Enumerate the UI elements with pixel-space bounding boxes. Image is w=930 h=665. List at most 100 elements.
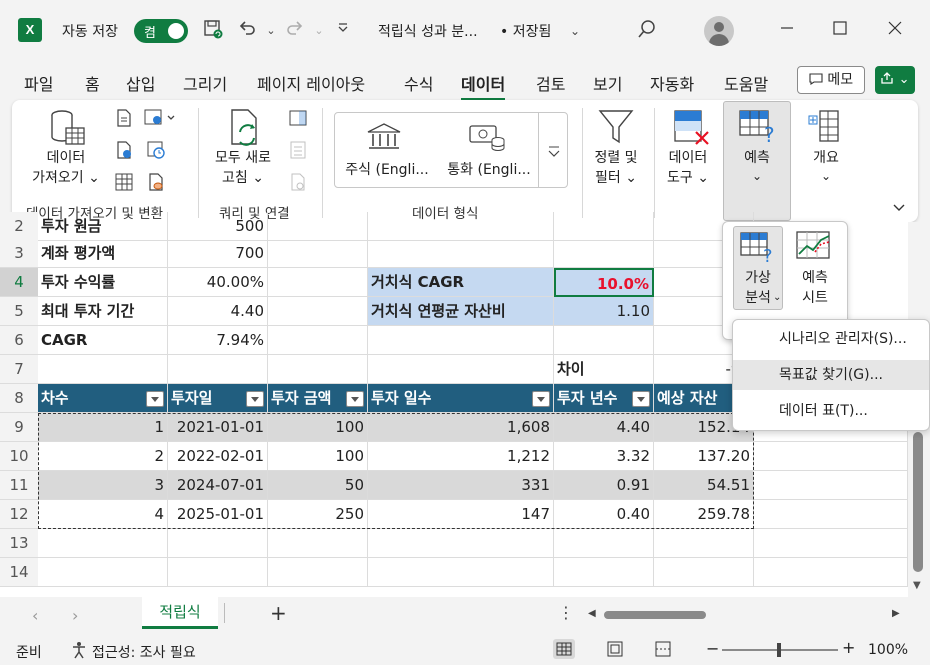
data-table-item[interactable]: 데이터 표(T)... bbox=[733, 396, 929, 426]
cell-e7[interactable]: 차이 bbox=[554, 355, 654, 384]
row-header[interactable]: 5 bbox=[0, 297, 38, 326]
cell-c5[interactable] bbox=[268, 297, 368, 326]
scroll-left-icon[interactable]: ◀ bbox=[588, 608, 596, 619]
data-types-more-button[interactable] bbox=[538, 113, 568, 187]
cell-empty[interactable] bbox=[368, 529, 554, 558]
cell-e2[interactable] bbox=[554, 212, 654, 241]
cell-c6[interactable] bbox=[268, 326, 368, 355]
table-cell[interactable]: 1 bbox=[38, 413, 168, 442]
cell-d6[interactable] bbox=[368, 326, 554, 355]
search-icon[interactable] bbox=[634, 18, 660, 44]
cell-c7[interactable] bbox=[268, 355, 368, 384]
scrollbar-thumb[interactable] bbox=[913, 432, 923, 572]
redo-icon[interactable] bbox=[282, 18, 308, 44]
autosave-toggle[interactable]: 켬 bbox=[134, 19, 188, 43]
page-layout-view-icon[interactable] bbox=[604, 639, 626, 663]
tab-page-layout[interactable]: 페이지 레이아웃 bbox=[257, 71, 365, 95]
row-header[interactable]: 7 bbox=[0, 355, 38, 384]
outline-label[interactable]: 개요 bbox=[796, 148, 856, 168]
from-web-icon[interactable] bbox=[114, 140, 134, 160]
file-name[interactable]: 적립식 성과 분... bbox=[378, 21, 478, 41]
row-header[interactable]: 14 bbox=[0, 558, 38, 587]
table-cell[interactable]: 259.78 bbox=[654, 500, 754, 529]
filter-dropdown-icon[interactable] bbox=[146, 391, 164, 407]
share-button[interactable]: ⌄ bbox=[875, 66, 915, 94]
save-icon[interactable] bbox=[200, 18, 226, 44]
cell-b3[interactable]: 700 bbox=[168, 239, 268, 268]
table-cell[interactable]: 250 bbox=[268, 500, 368, 529]
cell-empty[interactable] bbox=[168, 529, 268, 558]
cell-c2[interactable] bbox=[268, 212, 368, 241]
existing-connections-icon[interactable] bbox=[146, 172, 166, 192]
stocks-button[interactable]: 주식 (Engli... bbox=[340, 160, 434, 180]
table-header-days[interactable]: 투자 일수 bbox=[368, 384, 554, 413]
tab-formulas[interactable]: 수식 bbox=[404, 71, 433, 95]
goal-seek-item[interactable]: 목표값 찾기(G)... bbox=[733, 360, 929, 390]
cell-b7[interactable] bbox=[168, 355, 268, 384]
table-header-date[interactable]: 투자일 bbox=[168, 384, 268, 413]
table-cell[interactable]: 1,608 bbox=[368, 413, 554, 442]
table-cell[interactable]: 2024-07-01 bbox=[168, 471, 268, 500]
cell-e4-selected[interactable]: 10.0% bbox=[554, 268, 654, 297]
tab-data[interactable]: 데이터 bbox=[461, 71, 506, 101]
cell-b6[interactable]: 7.94% bbox=[168, 326, 268, 355]
cell-a7[interactable] bbox=[38, 355, 168, 384]
scroll-right-icon[interactable]: ▶ bbox=[892, 608, 900, 619]
cell-a6[interactable]: CAGR bbox=[38, 326, 168, 355]
table-header-amount[interactable]: 투자 금액 bbox=[268, 384, 368, 413]
zoom-out-icon[interactable]: − bbox=[706, 639, 719, 658]
save-status[interactable]: • 저장됨 bbox=[500, 21, 551, 41]
cell-a2[interactable]: 투자 원금 bbox=[38, 212, 168, 241]
table-header-years[interactable]: 투자 년수 bbox=[554, 384, 654, 413]
maximize-icon[interactable] bbox=[833, 20, 847, 39]
add-sheet-icon[interactable]: + bbox=[270, 601, 287, 625]
cell-d5[interactable]: 거치식 연평균 자산비 bbox=[368, 297, 554, 326]
tab-help[interactable]: 도움말 bbox=[724, 71, 768, 95]
page-break-view-icon[interactable] bbox=[652, 639, 674, 663]
table-cell[interactable]: 100 bbox=[268, 442, 368, 471]
refresh-all-button[interactable]: 모두 새로 고침 ⌄ bbox=[208, 148, 278, 188]
collapse-ribbon-icon[interactable] bbox=[892, 198, 906, 217]
table-cell[interactable]: 2022-02-01 bbox=[168, 442, 268, 471]
from-table-icon[interactable] bbox=[114, 172, 134, 192]
cell-e5[interactable]: 1.10 bbox=[554, 297, 654, 326]
cell-empty[interactable] bbox=[554, 529, 654, 558]
cell-d2[interactable] bbox=[368, 212, 554, 241]
cell-empty[interactable] bbox=[168, 558, 268, 587]
tab-insert[interactable]: 삽입 bbox=[126, 71, 155, 95]
cell-c3[interactable] bbox=[268, 239, 368, 268]
table-cell[interactable]: 1,212 bbox=[368, 442, 554, 471]
cell-empty[interactable] bbox=[268, 558, 368, 587]
cell-empty[interactable] bbox=[754, 471, 908, 500]
cell-d3[interactable] bbox=[368, 239, 554, 268]
accessibility-status[interactable]: 접근성: 조사 필요 bbox=[92, 642, 196, 662]
sort-filter-button[interactable]: 정렬 및 필터 ⌄ bbox=[586, 148, 646, 188]
row-header[interactable]: 9 bbox=[0, 413, 38, 442]
tab-automate[interactable]: 자동화 bbox=[650, 71, 694, 95]
forecast-sheet-icon[interactable] bbox=[795, 230, 833, 268]
row-header[interactable]: 8 bbox=[0, 384, 38, 413]
row-header[interactable]: 3 bbox=[0, 239, 38, 268]
comments-button[interactable]: 메모 bbox=[797, 66, 865, 94]
cell-a5[interactable]: 최대 투자 기간 bbox=[38, 297, 168, 326]
next-sheet-icon[interactable]: › bbox=[72, 606, 78, 625]
cell-empty[interactable] bbox=[38, 529, 168, 558]
table-cell[interactable]: 54.51 bbox=[654, 471, 754, 500]
filter-dropdown-icon[interactable] bbox=[532, 391, 550, 407]
undo-icon[interactable] bbox=[234, 18, 260, 44]
avatar[interactable] bbox=[704, 16, 734, 46]
undo-dropdown-icon[interactable]: ⌄ bbox=[258, 18, 284, 44]
forecast-sheet-label[interactable]: 예측 시트 bbox=[789, 268, 841, 308]
table-cell[interactable]: 2021-01-01 bbox=[168, 413, 268, 442]
from-picture-icon[interactable] bbox=[144, 108, 175, 128]
table-cell[interactable]: 4.40 bbox=[554, 413, 654, 442]
chevron-down-icon[interactable]: ⌄ bbox=[796, 166, 856, 186]
redo-dropdown-icon[interactable]: ⌄ bbox=[306, 18, 332, 44]
row-header[interactable]: 2 bbox=[0, 212, 38, 241]
get-data-button[interactable]: 데이터 가져오기 ⌄ bbox=[26, 148, 106, 188]
sheet-tab-active[interactable]: 적립식 bbox=[142, 597, 218, 629]
table-cell[interactable]: 0.91 bbox=[554, 471, 654, 500]
table-cell[interactable]: 137.20 bbox=[654, 442, 754, 471]
close-icon[interactable] bbox=[888, 20, 902, 39]
cell-empty[interactable] bbox=[654, 558, 754, 587]
